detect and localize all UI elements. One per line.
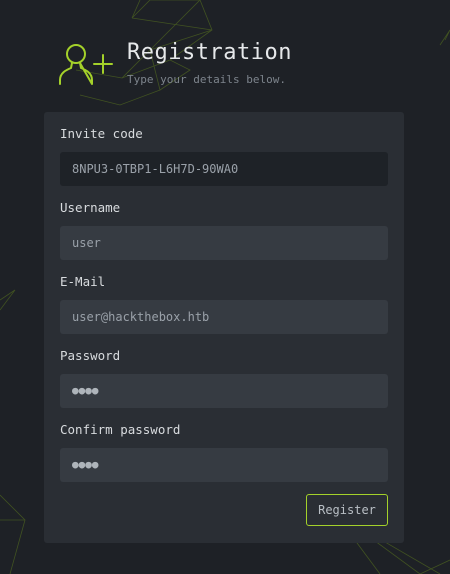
email-group: E-Mail user@hackthebox.htb xyxy=(60,274,388,334)
email-input[interactable]: user@hackthebox.htb xyxy=(60,300,388,334)
invite-code-group: Invite code 8NPU3-0TBP1-L6H7D-90WA0 xyxy=(60,126,388,186)
invite-code-input[interactable]: 8NPU3-0TBP1-L6H7D-90WA0 xyxy=(60,152,388,186)
confirm-password-label: Confirm password xyxy=(60,422,181,437)
password-label: Password xyxy=(60,348,121,363)
invite-code-label: Invite code xyxy=(60,126,143,141)
password-input[interactable]: ●●●● xyxy=(60,374,388,408)
user-add-icon xyxy=(59,44,113,85)
confirm-password-input[interactable]: ●●●● xyxy=(60,448,388,482)
registration-form-panel: Invite code 8NPU3-0TBP1-L6H7D-90WA0 User… xyxy=(44,112,404,543)
confirm-password-group: Confirm password ●●●● xyxy=(60,422,388,482)
page-subtitle: Type your details below. xyxy=(127,73,286,86)
email-label: E-Mail xyxy=(60,274,106,289)
username-group: Username user xyxy=(60,200,388,260)
page-title: Registration xyxy=(127,40,292,65)
username-label: Username xyxy=(60,200,121,215)
password-group: Password ●●●● xyxy=(60,348,388,408)
page-header: Registration Type your details below. xyxy=(56,40,416,100)
username-input[interactable]: user xyxy=(60,226,388,260)
register-button[interactable]: Register xyxy=(306,494,388,526)
